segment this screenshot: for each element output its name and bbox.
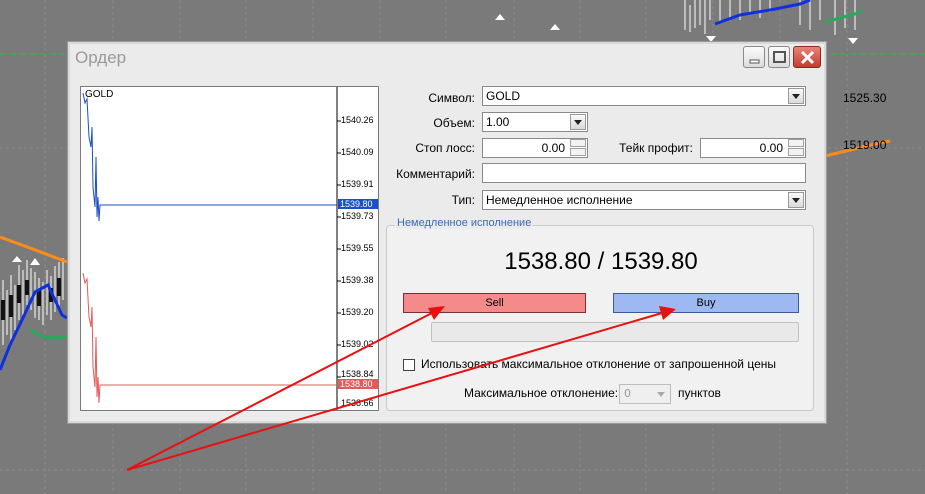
volume-value: 1.00 <box>486 115 510 129</box>
stop-loss-stepper[interactable] <box>570 139 587 157</box>
close-icon <box>800 50 815 65</box>
max-deviation-label: Максимальное отклонение: <box>464 386 619 400</box>
maximize-icon <box>773 51 786 63</box>
price-label-2: 1519.00 <box>843 138 887 152</box>
scale-label: 1538.84 <box>341 369 374 379</box>
max-deviation-value: 0 <box>624 387 631 400</box>
max-deviation-field[interactable]: 0 <box>619 384 671 404</box>
stop-loss-value: 0.00 <box>541 141 565 155</box>
stop-loss-field[interactable]: 0.00 <box>482 138 588 158</box>
symbol-value: GOLD <box>486 89 521 103</box>
bid-ask-quote: 1538.80 / 1539.80 <box>504 248 698 275</box>
scale-label: 1539.02 <box>341 339 374 349</box>
symbol-select[interactable]: GOLD <box>482 86 806 106</box>
points-label: пунктов <box>678 386 721 400</box>
spin-up-icon[interactable] <box>570 139 586 147</box>
scale-label: 1538.66 <box>341 398 374 408</box>
minimize-icon <box>749 59 760 64</box>
max-deviation-checkbox-label[interactable]: Использовать максимальное отклонение от … <box>421 357 776 371</box>
execution-group: Немедленное исполнение 1538.80 / 1539.80… <box>386 217 814 411</box>
price-label-1: 1525.30 <box>843 91 887 105</box>
sell-button[interactable]: Sell <box>403 293 586 313</box>
tick-chart-canvas <box>82 87 341 410</box>
scale-label: 1539.55 <box>341 243 374 253</box>
spin-down-icon[interactable] <box>788 148 804 156</box>
maximize-button[interactable] <box>768 46 790 68</box>
type-dropdown-button[interactable] <box>788 192 804 208</box>
scale-label: 1539.20 <box>341 307 374 317</box>
spin-down-icon[interactable] <box>570 148 586 156</box>
scale-label: 1540.09 <box>341 147 374 157</box>
ask-price-tag: 1539.80 <box>338 199 378 209</box>
status-bar <box>431 322 799 342</box>
stop-loss-label: Стоп лосс: <box>415 141 475 155</box>
bid-line <box>82 272 337 404</box>
comment-label: Комментарий: <box>396 167 475 181</box>
take-profit-stepper[interactable] <box>788 139 805 157</box>
title-bar[interactable]: Ордер <box>68 42 826 74</box>
scale-label: 1539.38 <box>341 275 374 285</box>
comment-field[interactable] <box>482 163 806 183</box>
type-value: Немедленное исполнение <box>486 193 633 207</box>
buy-button[interactable]: Buy <box>613 293 799 313</box>
symbol-label: Символ: <box>428 91 475 105</box>
take-profit-value: 0.00 <box>759 141 783 155</box>
tick-chart: GOLD 1540.26 1540.09 1539.91 1539.80 153… <box>80 86 379 411</box>
bid-price-tag: 1538.80 <box>338 379 378 389</box>
chevron-down-icon <box>792 198 800 203</box>
ask-line <box>82 92 337 222</box>
volume-label: Объем: <box>433 116 475 130</box>
take-profit-label: Тейк профит: <box>619 141 693 155</box>
tick-chart-symbol: GOLD <box>85 89 114 100</box>
close-button[interactable] <box>793 46 821 68</box>
chevron-down-icon <box>574 120 582 125</box>
symbol-dropdown-button[interactable] <box>788 88 804 104</box>
volume-dropdown-button[interactable] <box>570 114 586 130</box>
order-dialog: Ордер GOLD 1540.26 1540.09 1539.91 1539.… <box>67 41 827 424</box>
type-select[interactable]: Немедленное исполнение <box>482 190 806 210</box>
volume-select[interactable]: 1.00 <box>482 112 588 132</box>
scale-label: 1540.26 <box>341 115 374 125</box>
scale-label: 1539.73 <box>341 211 374 221</box>
type-label: Тип: <box>451 193 475 207</box>
take-profit-field[interactable]: 0.00 <box>700 138 806 158</box>
execution-group-title: Немедленное исполнение <box>395 217 534 229</box>
scale-label: 1539.91 <box>341 179 374 189</box>
minimize-button[interactable] <box>743 46 765 68</box>
chevron-down-icon <box>657 392 665 397</box>
spin-up-icon[interactable] <box>788 139 804 147</box>
window-title: Ордер <box>75 48 127 67</box>
max-deviation-checkbox[interactable] <box>403 359 415 371</box>
chevron-down-icon <box>792 94 800 99</box>
